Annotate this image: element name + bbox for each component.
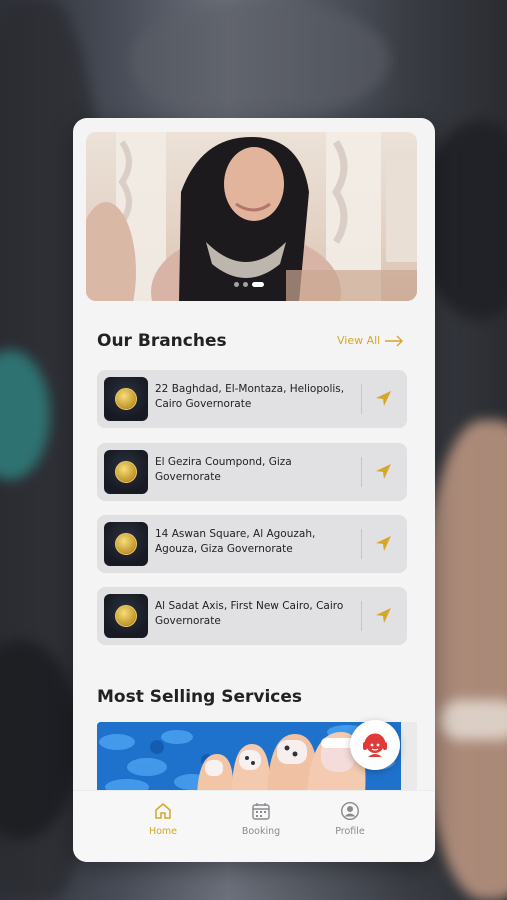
- view-all-label: View All: [337, 334, 381, 347]
- app-card: Our Branches View All 22 Baghdad, El-Mon…: [73, 118, 435, 862]
- branch-logo: [104, 377, 148, 421]
- branch-logo: [104, 522, 148, 566]
- divider: [361, 601, 362, 631]
- navigate-icon[interactable]: [373, 606, 393, 626]
- services-title: Most Selling Services: [97, 687, 302, 707]
- divider: [361, 384, 362, 414]
- profile-icon: [340, 801, 360, 821]
- divider: [361, 529, 362, 559]
- divider: [361, 457, 362, 487]
- branch-item[interactable]: 22 Baghdad, El-Montaza, Heliopolis, Cair…: [97, 370, 407, 428]
- view-all-link[interactable]: View All: [337, 334, 404, 347]
- branch-logo: [104, 594, 148, 638]
- branch-address: 14 Aswan Square, Al Agouzah, Agouza, Giz…: [155, 528, 316, 555]
- tab-profile-label: Profile: [335, 826, 365, 837]
- branch-address: 22 Baghdad, El-Montaza, Heliopolis, Cair…: [155, 383, 345, 410]
- branch-item[interactable]: 14 Aswan Square, Al Agouzah, Agouza, Giz…: [97, 515, 407, 573]
- support-agent-icon: [363, 733, 387, 757]
- navigate-icon[interactable]: [373, 389, 393, 409]
- tab-booking[interactable]: Booking: [226, 801, 296, 837]
- branches-title: Our Branches: [97, 331, 227, 351]
- bottom-tab-bar: Home Booking Profile: [73, 790, 435, 862]
- branch-address: El Gezira Coumpond, Giza Governorate: [155, 456, 292, 483]
- service-card-next[interactable]: [401, 722, 417, 794]
- navigate-icon[interactable]: [373, 534, 393, 554]
- arrow-right-icon: [385, 335, 404, 346]
- home-icon: [155, 803, 171, 819]
- carousel-dot[interactable]: [243, 282, 248, 287]
- hero-banner-image[interactable]: [86, 132, 417, 301]
- branch-logo: [104, 450, 148, 494]
- tab-profile[interactable]: Profile: [315, 801, 385, 837]
- branch-address: Al Sadat Axis, First New Cairo, Cairo Go…: [155, 600, 344, 627]
- support-chat-button[interactable]: [350, 720, 400, 770]
- navigate-icon[interactable]: [373, 462, 393, 482]
- tab-home[interactable]: Home: [128, 801, 198, 837]
- carousel-dot[interactable]: [234, 282, 239, 287]
- branch-item[interactable]: Al Sadat Axis, First New Cairo, Cairo Go…: [97, 587, 407, 645]
- carousel-indicator: [234, 282, 264, 287]
- carousel-dot-active[interactable]: [252, 282, 264, 287]
- tab-booking-label: Booking: [241, 826, 281, 837]
- branch-item[interactable]: El Gezira Coumpond, Giza Governorate: [97, 443, 407, 501]
- calendar-icon: [252, 803, 270, 820]
- tab-home-label: Home: [148, 826, 178, 837]
